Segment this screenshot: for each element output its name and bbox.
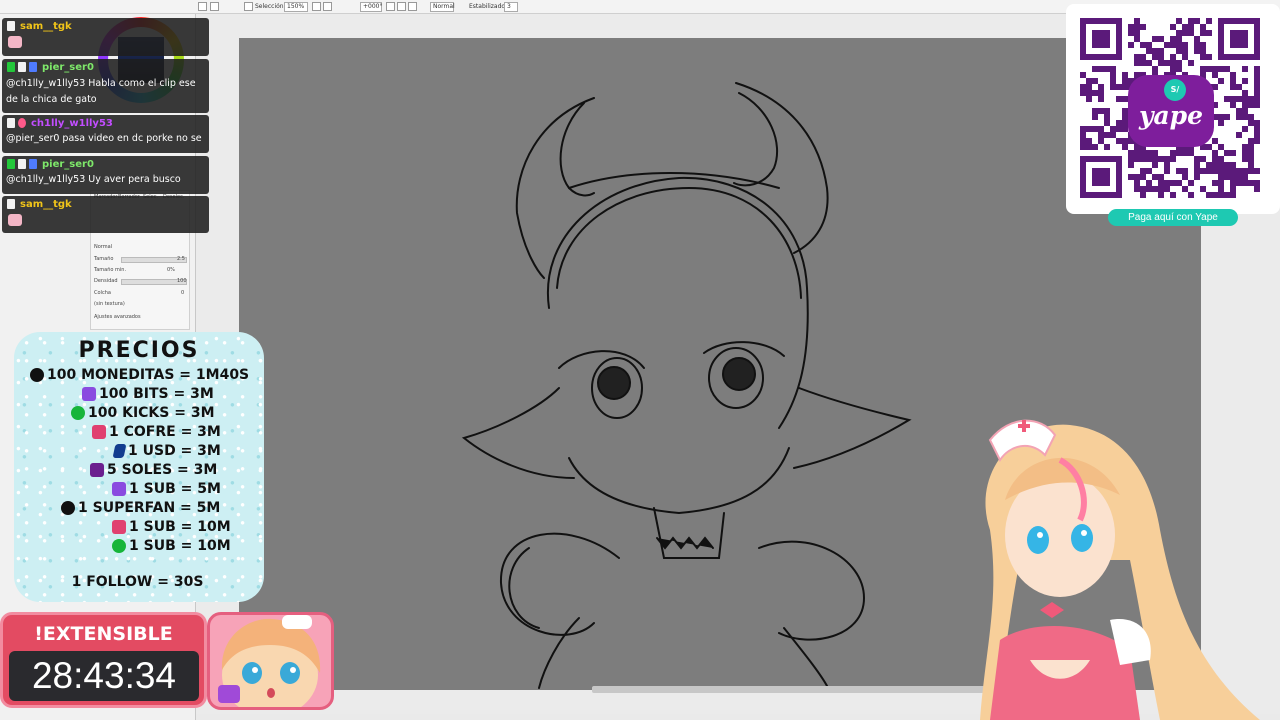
rotate-right-icon[interactable] bbox=[397, 2, 406, 11]
chat-message: pier_ser0 @ch1lly_w1lly53 Habla como el … bbox=[2, 59, 209, 113]
paypal-icon bbox=[112, 443, 127, 458]
timer-label: !EXTENSIBLE bbox=[34, 623, 173, 645]
discord-icon bbox=[29, 159, 37, 169]
chat-username: sam__tgk bbox=[20, 20, 72, 32]
price-item: 100 MONEDITAS = 1M40S bbox=[30, 365, 249, 384]
price-item: 1 SUPERFAN = 5M bbox=[61, 498, 220, 517]
chat-message: sam__tgk bbox=[2, 18, 209, 56]
size-label: Tamaño bbox=[94, 256, 114, 262]
price-item: 5 SOLES = 3M bbox=[90, 460, 217, 479]
price-text: 1 COFRE = 3M bbox=[109, 423, 221, 440]
advanced-settings-toggle[interactable]: Ajustes avanzados bbox=[94, 313, 141, 322]
price-item: 1 COFRE = 3M bbox=[92, 422, 221, 441]
kick-icon bbox=[112, 538, 126, 553]
vtuber-avatar bbox=[960, 410, 1280, 720]
badge-icon bbox=[18, 159, 26, 169]
tiktok-icon bbox=[30, 367, 44, 382]
zoom-field[interactable]: 150% bbox=[284, 2, 308, 12]
badge-icon bbox=[7, 21, 15, 31]
chat-message: ch1lly_w1lly53 @pier_ser0 pasa video en … bbox=[2, 115, 209, 153]
price-text: 5 SOLES = 3M bbox=[107, 461, 218, 478]
horizontal-scrollbar[interactable] bbox=[592, 686, 1012, 693]
subathon-timer: !EXTENSIBLE 28:43:34 bbox=[0, 612, 207, 708]
price-item: 1 SUB = 10M bbox=[112, 536, 231, 555]
chat-username: pier_ser0 bbox=[42, 158, 94, 170]
price-text: 100 BITS = 3M bbox=[99, 385, 214, 402]
redo-icon[interactable] bbox=[210, 2, 219, 11]
price-text: 100 KICKS = 3M bbox=[88, 404, 215, 421]
min-size-value: 0% bbox=[167, 267, 175, 273]
price-text: 1 SUB = 10M bbox=[129, 518, 231, 535]
timer-clock: 28:43:34 bbox=[9, 651, 199, 701]
brush-mode-select[interactable]: Normal bbox=[94, 243, 112, 252]
price-item: 100 KICKS = 3M bbox=[71, 403, 215, 422]
avatar bbox=[207, 612, 334, 710]
yape-pay-button[interactable]: Paga aquí con Yape bbox=[1108, 209, 1238, 226]
badge-icon bbox=[7, 62, 15, 72]
texture-select[interactable]: (sin textura) bbox=[94, 300, 125, 309]
stabilizer-select[interactable]: 3 bbox=[504, 2, 518, 12]
price-text: 1 SUB = 10M bbox=[129, 537, 231, 554]
reset-rotation-icon[interactable] bbox=[408, 2, 417, 11]
heart-icon bbox=[18, 118, 26, 128]
price-text: 100 MONEDITAS = 1M40S bbox=[47, 366, 250, 383]
chat-username: sam__tgk bbox=[20, 198, 72, 210]
badge-icon bbox=[7, 118, 15, 128]
twitch-icon bbox=[112, 481, 126, 496]
selection-label: Selección bbox=[255, 3, 284, 10]
chat-text: @ch1lly_w1lly53 Uy aver pera busco bbox=[6, 174, 181, 185]
zoom-in-icon[interactable] bbox=[312, 2, 321, 11]
chat-message: pier_ser0 @ch1lly_w1lly53 Uy aver pera b… bbox=[2, 156, 209, 194]
discord-icon bbox=[29, 62, 37, 72]
chat-text: @pier_ser0 pasa video en dc porke no se bbox=[6, 133, 202, 144]
emote-icon bbox=[8, 36, 22, 48]
price-text: 1 SUB = 5M bbox=[129, 480, 221, 497]
price-item: 1 USD = 3M bbox=[112, 441, 221, 460]
currency-badge: S/ bbox=[1164, 79, 1186, 101]
chat-message: sam__tgk bbox=[2, 196, 209, 233]
chest-icon bbox=[112, 519, 126, 534]
price-item: 1 SUB = 10M bbox=[112, 517, 231, 536]
chat-username: ch1lly_w1lly53 bbox=[31, 117, 113, 129]
badge-icon bbox=[18, 62, 26, 72]
follow-price: 1 FOLLOW = 30S bbox=[71, 574, 204, 590]
tiktok-icon bbox=[61, 500, 75, 515]
prices-panel: PRECIOS 100 MONEDITAS = 1M40S 100 BITS =… bbox=[14, 332, 264, 602]
blend-mode-select[interactable]: Normal bbox=[430, 2, 455, 12]
chibi-avatar-icon bbox=[218, 615, 321, 707]
prices-title: PRECIOS bbox=[78, 338, 200, 363]
price-item: 1 SUB = 5M bbox=[112, 479, 221, 498]
twitch-icon bbox=[82, 386, 96, 401]
price-item: 100 BITS = 3M bbox=[82, 384, 214, 403]
size-value: 2.5 bbox=[177, 256, 185, 262]
zoom-out-icon[interactable] bbox=[323, 2, 332, 11]
badge-icon bbox=[7, 199, 15, 209]
kick-icon bbox=[71, 405, 85, 420]
yape-logo: S/ yape bbox=[1128, 75, 1214, 147]
stabilizer-label: Estabilizador bbox=[469, 3, 508, 10]
badge-icon bbox=[7, 159, 15, 169]
vtuber-character-image bbox=[980, 419, 1260, 720]
yape-icon bbox=[90, 462, 104, 477]
blur-value: 0 bbox=[181, 290, 185, 296]
density-value: 100 bbox=[177, 278, 187, 284]
selection-checkbox[interactable] bbox=[244, 2, 253, 11]
min-size-label: Tamaño min. bbox=[94, 267, 127, 273]
rotation-field[interactable]: +000° bbox=[360, 2, 382, 12]
chat-username: pier_ser0 bbox=[42, 61, 94, 73]
blur-label: Colcha bbox=[94, 290, 111, 296]
yape-logo-text: yape bbox=[1138, 101, 1204, 130]
price-text: 1 SUPERFAN = 5M bbox=[78, 499, 221, 516]
chat-text: @ch1lly_w1lly53 Habla como el clip ese d… bbox=[6, 78, 196, 105]
density-label: Densidad bbox=[94, 278, 118, 284]
emote-icon bbox=[8, 214, 22, 226]
undo-icon[interactable] bbox=[198, 2, 207, 11]
chest-icon bbox=[92, 424, 106, 439]
price-text: 1 USD = 3M bbox=[128, 442, 221, 459]
rotate-left-icon[interactable] bbox=[386, 2, 395, 11]
